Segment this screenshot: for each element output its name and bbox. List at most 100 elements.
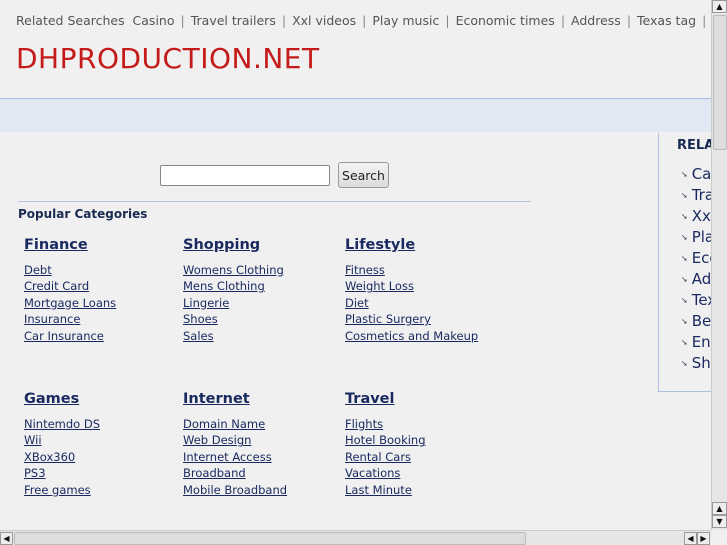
separator: | [626,13,632,28]
sidebar-item-label[interactable]: Travel trailers [692,186,711,204]
popular-categories-heading: Popular Categories [18,207,148,221]
category-internet: Internet Domain Name Web Design Internet Ac… [183,391,343,498]
scroll-right-icon[interactable]: ▶ [697,532,710,545]
separator: | [362,13,367,28]
category-link[interactable]: Sales [183,328,343,344]
sidebar-item[interactable]: ➘ Bejeweled [681,311,711,332]
scroll-up-icon[interactable]: ▲ [712,0,727,13]
category-link[interactable]: Internet Access [183,449,343,465]
arrow-bullet-icon: ➘ [681,359,688,368]
category-link[interactable]: Flights [345,416,505,432]
scroll-up-icon[interactable]: ▲ [712,502,727,515]
sidebar-item[interactable]: ➘ Ent [681,332,711,353]
separator: | [281,13,287,28]
category-link[interactable]: Insurance [24,311,184,327]
category-heading[interactable]: Travel [345,391,505,407]
sidebar-item-label[interactable]: Sho [692,354,711,372]
category-games: Games Nintemdo DS Wii XBox360 PS3 Free games [24,391,184,498]
category-shopping: Shopping Womens Clothing Mens Clothing Ling… [183,237,343,344]
header-band [0,98,711,132]
search-input[interactable] [160,165,330,186]
category-link[interactable]: Lingerie [183,295,343,311]
category-lifestyle: Lifestyle Fitness Weight Loss Diet Plastic S… [345,237,505,344]
scroll-left-icon[interactable]: ◀ [684,532,697,545]
sidebar-item[interactable]: ➘ Xxl videos [681,206,711,227]
scroll-down-icon[interactable]: ▼ [712,515,727,528]
category-link[interactable]: Plastic Surgery [345,311,505,327]
category-heading[interactable]: Lifestyle [345,237,505,253]
category-link[interactable]: XBox360 [24,449,184,465]
search-button[interactable]: Search [338,162,389,188]
category-travel: Travel Flights Hotel Booking Rental Cars Vac… [345,391,505,498]
category-link[interactable]: Free games [24,482,184,498]
sidebar-item-label[interactable]: Ent [692,333,711,351]
sidebar-heading: RELA [677,138,711,153]
category-link[interactable]: PS3 [24,465,184,481]
category-link[interactable]: Vacations [345,465,505,481]
site-title: DHPRODUCTION.NET [16,42,320,75]
sidebar-item-label[interactable]: Bejeweled [692,312,711,330]
category-link[interactable]: Womens Clothing [183,262,343,278]
category-link[interactable]: Broadband [183,465,343,481]
category-link[interactable]: Hotel Booking [345,432,505,448]
category-link[interactable]: Car Insurance [24,328,184,344]
sidebar-item-label[interactable]: Texas tag [692,291,711,309]
separator: | [560,13,566,28]
horizontal-scroll-thumb[interactable] [14,532,526,545]
related-search-link[interactable]: Casino [133,13,175,28]
category-heading[interactable]: Shopping [183,237,343,253]
separator: | [180,13,185,28]
sidebar-item[interactable]: ➘ Economic times [681,248,711,269]
category-link[interactable]: Diet [345,295,505,311]
related-search-link[interactable]: Play music [372,13,439,28]
sidebar-item[interactable]: ➘ Texas tag [681,290,711,311]
sidebar-item[interactable]: ➘ Casino [681,164,711,185]
viewport: Related Searches Casino | Travel trailers |… [0,0,711,530]
category-link[interactable]: Mortgage Loans [24,295,184,311]
category-link[interactable]: Fitness [345,262,505,278]
related-search-link[interactable]: Economic times [456,13,555,28]
sidebar-item-label[interactable]: Address [692,270,711,288]
vertical-scroll-thumb[interactable] [713,15,727,150]
related-search-link[interactable]: Travel trailers [191,13,276,28]
divider [18,201,531,202]
category-heading[interactable]: Internet [183,391,343,407]
category-link[interactable]: Shoes [183,311,343,327]
category-link[interactable]: Nintemdo DS [24,416,184,432]
related-searches-bar: Related Searches Casino | Travel trailers |… [16,13,711,28]
sidebar-item-label[interactable]: Economic times [692,249,711,267]
arrow-bullet-icon: ➘ [681,191,688,200]
related-search-link[interactable]: Texas tag [637,13,696,28]
category-link[interactable]: Domain Name [183,416,343,432]
related-search-link[interactable]: Address [571,13,621,28]
sidebar-item[interactable]: ➘ Address [681,269,711,290]
sidebar-item[interactable]: ➘ Sho [681,353,711,374]
sidebar-item[interactable]: ➘ Travel trailers [681,185,711,206]
arrow-bullet-icon: ➘ [681,296,688,305]
category-link[interactable]: Mens Clothing [183,278,343,294]
category-heading[interactable]: Finance [24,237,184,253]
sidebar-item-label[interactable]: Xxl videos [692,207,711,225]
sidebar-item-label[interactable]: Casino [692,165,711,183]
related-search-link[interactable]: Xxl videos [292,13,356,28]
scroll-left-icon[interactable]: ◀ [0,532,13,545]
arrow-bullet-icon: ➘ [681,212,688,221]
arrow-bullet-icon: ➘ [681,338,688,347]
horizontal-scrollbar[interactable]: ◀ ◀ ▶ [0,530,711,545]
category-link[interactable]: Weight Loss [345,278,505,294]
arrow-bullet-icon: ➘ [681,317,688,326]
vertical-scrollbar[interactable]: ▲ ▲ ▼ [711,0,727,530]
sidebar-item-label[interactable]: Play music [692,228,711,246]
category-link[interactable]: Web Design [183,432,343,448]
arrow-bullet-icon: ➘ [681,233,688,242]
sidebar-item[interactable]: ➘ Play music [681,227,711,248]
related-searches-label: Related Searches [16,13,125,28]
category-link[interactable]: Last Minute [345,482,505,498]
category-link[interactable]: Rental Cars [345,449,505,465]
category-link[interactable]: Debt [24,262,184,278]
category-link[interactable]: Credit Card [24,278,184,294]
category-link[interactable]: Cosmetics and Makeup [345,328,505,344]
category-link[interactable]: Wii [24,432,184,448]
category-link[interactable]: Mobile Broadband [183,482,343,498]
category-heading[interactable]: Games [24,391,184,407]
